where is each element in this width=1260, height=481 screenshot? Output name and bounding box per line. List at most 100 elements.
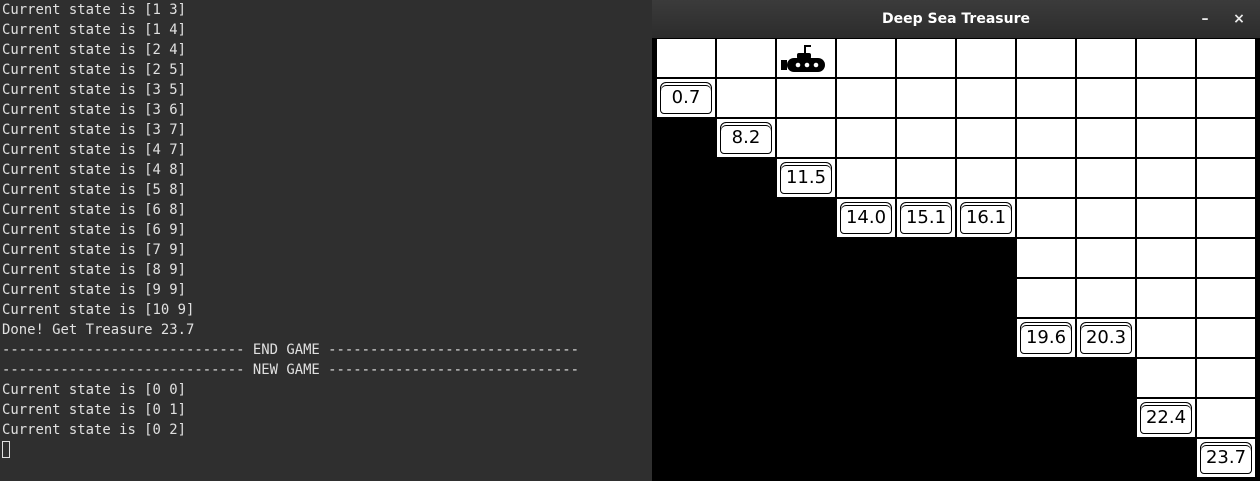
treasure-cell: 15.1 bbox=[896, 198, 956, 238]
seafloor-cell bbox=[896, 358, 956, 398]
sea-cell bbox=[836, 38, 896, 78]
terminal-cursor bbox=[2, 441, 10, 458]
seafloor-cell bbox=[956, 358, 1016, 398]
terminal-line: Current state is [3 6] bbox=[2, 102, 186, 118]
terminal-line: Current state is [7 9] bbox=[2, 242, 186, 258]
sea-cell bbox=[1076, 278, 1136, 318]
treasure-cell: 19.6 bbox=[1016, 318, 1076, 358]
sea-cell bbox=[1016, 38, 1076, 78]
sea-cell bbox=[1196, 398, 1256, 438]
sea-cell bbox=[1136, 38, 1196, 78]
terminal-window[interactable]: Current state is [1 3] Current state is [… bbox=[0, 0, 652, 481]
treasure-cell: 8.2 bbox=[716, 118, 776, 158]
treasure-chest-value: 23.7 bbox=[1200, 442, 1252, 474]
seafloor-cell bbox=[1136, 438, 1196, 478]
terminal-line: Current state is [1 4] bbox=[2, 22, 186, 38]
sea-cell bbox=[1136, 318, 1196, 358]
sea-cell bbox=[956, 78, 1016, 118]
sea-cell bbox=[1136, 198, 1196, 238]
seafloor-cell bbox=[1016, 398, 1076, 438]
seafloor-cell bbox=[896, 398, 956, 438]
seafloor-cell bbox=[656, 198, 716, 238]
sea-cell bbox=[1016, 78, 1076, 118]
sea-cell bbox=[1016, 118, 1076, 158]
seafloor-cell bbox=[956, 438, 1016, 478]
treasure-cell: 0.7 bbox=[656, 78, 716, 118]
terminal-line: Current state is [4 8] bbox=[2, 162, 186, 178]
seafloor-cell bbox=[776, 198, 836, 238]
window-title: Deep Sea Treasure bbox=[882, 11, 1030, 27]
sea-cell bbox=[1196, 278, 1256, 318]
sea-cell bbox=[956, 118, 1016, 158]
window-titlebar[interactable]: Deep Sea Treasure – × bbox=[652, 0, 1260, 38]
deep-sea-treasure-window: Deep Sea Treasure – × 0.7 8.2 11.5 14.0 15.1… bbox=[652, 0, 1260, 481]
seafloor-cell bbox=[776, 318, 836, 358]
terminal-line: Current state is [8 9] bbox=[2, 262, 186, 278]
seafloor-cell bbox=[716, 358, 776, 398]
terminal-line: Done! Get Treasure 23.7 bbox=[2, 322, 195, 338]
terminal-line: Current state is [0 0] bbox=[2, 382, 186, 398]
treasure-chest-value: 19.6 bbox=[1020, 322, 1072, 354]
sea-cell bbox=[896, 118, 956, 158]
seafloor-cell bbox=[1076, 358, 1136, 398]
sea-cell bbox=[896, 38, 956, 78]
terminal-line: Current state is [10 9] bbox=[2, 302, 195, 318]
treasure-cell: 11.5 bbox=[776, 158, 836, 198]
seafloor-cell bbox=[656, 238, 716, 278]
close-button[interactable]: × bbox=[1228, 8, 1250, 30]
seafloor-cell bbox=[776, 438, 836, 478]
treasure-chest-value: 0.7 bbox=[660, 82, 712, 114]
sea-cell bbox=[1196, 238, 1256, 278]
seafloor-cell bbox=[1016, 358, 1076, 398]
seafloor-cell bbox=[956, 398, 1016, 438]
terminal-line: Current state is [9 9] bbox=[2, 282, 186, 298]
treasure-chest-value: 14.0 bbox=[840, 202, 892, 234]
seafloor-cell bbox=[956, 278, 1016, 318]
sea-cell bbox=[716, 78, 776, 118]
terminal-line: Current state is [0 2] bbox=[2, 422, 186, 438]
seafloor-cell bbox=[716, 318, 776, 358]
treasure-cell: 16.1 bbox=[956, 198, 1016, 238]
sea-cell bbox=[1076, 158, 1136, 198]
seafloor-cell bbox=[716, 398, 776, 438]
sea-cell bbox=[1016, 198, 1076, 238]
seafloor-cell bbox=[776, 238, 836, 278]
minimize-button[interactable]: – bbox=[1194, 8, 1216, 30]
seafloor-cell bbox=[836, 238, 896, 278]
sea-cell bbox=[1016, 278, 1076, 318]
sea-cell bbox=[1016, 238, 1076, 278]
seafloor-cell bbox=[836, 278, 896, 318]
sea-cell bbox=[716, 38, 776, 78]
sea-cell bbox=[1136, 358, 1196, 398]
sea-cell bbox=[956, 38, 1016, 78]
treasure-chest-value: 16.1 bbox=[960, 202, 1012, 234]
terminal-line: ----------------------------- NEW GAME -… bbox=[2, 362, 580, 378]
sea-cell bbox=[1196, 78, 1256, 118]
sea-cell bbox=[1076, 118, 1136, 158]
sea-cell bbox=[1076, 78, 1136, 118]
seafloor-cell bbox=[956, 318, 1016, 358]
submarine-icon bbox=[781, 45, 825, 72]
sea-cell bbox=[1136, 78, 1196, 118]
treasure-chest-value: 8.2 bbox=[720, 122, 772, 154]
sea-cell bbox=[1136, 158, 1196, 198]
seafloor-cell bbox=[896, 238, 956, 278]
sea-cell bbox=[776, 118, 836, 158]
sea-cell bbox=[896, 78, 956, 118]
seafloor-cell bbox=[656, 438, 716, 478]
seafloor-cell bbox=[716, 238, 776, 278]
sea-cell bbox=[1076, 198, 1136, 238]
terminal-line: Current state is [4 7] bbox=[2, 142, 186, 158]
sea-cell bbox=[1136, 238, 1196, 278]
seafloor-cell bbox=[716, 438, 776, 478]
seafloor-cell bbox=[716, 278, 776, 318]
seafloor-cell bbox=[836, 398, 896, 438]
terminal-line: Current state is [1 3] bbox=[2, 2, 186, 18]
sea-cell bbox=[836, 78, 896, 118]
sea-cell bbox=[1136, 278, 1196, 318]
seafloor-cell bbox=[656, 118, 716, 158]
seafloor-cell bbox=[836, 318, 896, 358]
treasure-chest-value: 11.5 bbox=[780, 162, 832, 194]
seafloor-cell bbox=[716, 158, 776, 198]
seafloor-cell bbox=[956, 238, 1016, 278]
